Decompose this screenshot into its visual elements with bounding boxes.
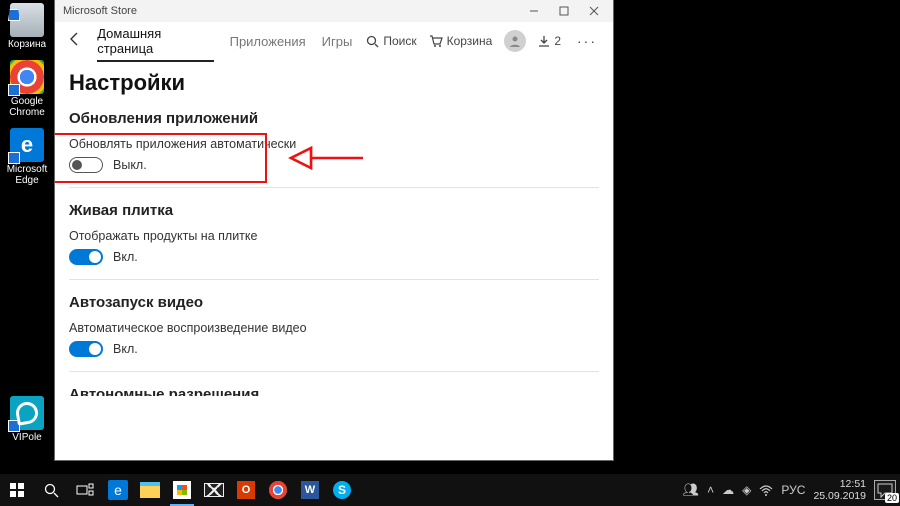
mail-icon [204,483,224,497]
taskbar-app-skype[interactable]: S [326,474,358,506]
window-maximize-button[interactable] [549,0,579,22]
taskbar-app-mail[interactable] [198,474,230,506]
task-view-icon [76,483,94,497]
microsoft-store-window: Microsoft Store Домашняя страница Прилож… [55,0,613,460]
taskbar-app-edge[interactable]: e [102,474,134,506]
edge-icon [10,128,44,162]
file-explorer-icon [140,482,160,498]
page-title: Настройки [69,70,599,96]
desktop-icon-label: Google Chrome [0,96,54,118]
maximize-icon [559,6,569,16]
edge-icon: e [108,480,128,500]
toggle-state-video: Вкл. [113,342,138,356]
search-label: Поиск [383,34,416,48]
taskbar-clock[interactable]: 12:51 25.09.2019 [813,478,866,502]
skype-icon: S [333,481,351,499]
toggle-state-auto-update: Выкл. [113,158,147,172]
desktop-icon-label: VIPole [0,432,54,443]
desktop: Корзина Google Chrome Microsoft Edge VIP… [0,0,55,453]
toggle-row-video: Вкл. [69,341,599,357]
divider [69,371,599,372]
tab-home[interactable]: Домашняя страница [97,18,213,64]
desktop-icon-label: Microsoft Edge [0,164,54,186]
start-button[interactable] [0,474,34,506]
cart-icon [429,35,443,48]
task-view-button[interactable] [68,474,102,506]
toggle-auto-update[interactable] [69,157,103,173]
store-icon [173,481,191,499]
back-arrow-icon [67,31,83,47]
setting-label-auto-update: Обновлять приложения автоматически [69,137,599,151]
recycle-bin-icon [10,3,44,37]
section-heading-tile: Живая плитка [69,202,599,219]
avatar-icon [504,30,526,52]
desktop-icon-label: Корзина [0,39,54,50]
downloads-count: 2 [554,34,561,48]
account-button[interactable] [504,30,526,52]
chrome-icon [269,481,287,499]
notification-count-badge: 20 [885,493,899,503]
toggle-state-tile: Вкл. [113,250,138,264]
more-icon: ··· [577,33,597,49]
close-icon [589,6,599,16]
word-icon: W [301,481,319,499]
system-tray[interactable]: 👥︎ ˄ ☁ ◈ РУС [683,482,806,498]
clock-date: 25.09.2019 [813,490,866,502]
setting-label-tile: Отображать продукты на плитке [69,229,599,243]
language-indicator[interactable]: РУС [781,483,805,497]
wifi-icon[interactable] [759,485,773,496]
section-heading-updates: Обновления приложений [69,110,599,127]
back-button[interactable] [61,31,89,52]
downloads-button[interactable]: 2 [538,34,561,48]
action-center-button[interactable]: 20 [874,480,896,500]
window-minimize-button[interactable] [519,0,549,22]
people-icon[interactable]: 👥︎ [683,482,700,498]
tab-games[interactable]: Игры [322,26,353,57]
clock-time: 12:51 [813,478,866,490]
taskbar-search-button[interactable] [34,474,68,506]
cart-button[interactable]: Корзина [429,34,493,48]
taskbar-app-word[interactable]: W [294,474,326,506]
desktop-icon-vipole[interactable]: VIPole [0,396,54,443]
toggle-video[interactable] [69,341,103,357]
office-icon: O [237,481,255,499]
search-icon [366,35,379,48]
tray-chevron-up-icon[interactable]: ˄ [707,483,714,497]
vipole-icon [10,396,44,430]
window-close-button[interactable] [579,0,609,22]
taskbar-app-chrome[interactable] [262,474,294,506]
windows-logo-icon [10,483,24,497]
cloud-icon[interactable]: ☁ [722,483,734,497]
section-heading-offline: Автономные разрешения [69,386,599,396]
toggle-row-tile: Вкл. [69,249,599,265]
store-navbar: Домашняя страница Приложения Игры Поиск … [55,22,613,60]
desktop-icon-edge[interactable]: Microsoft Edge [0,128,54,186]
taskbar-right: 👥︎ ˄ ☁ ◈ РУС 12:51 25.09.2019 20 [683,474,900,506]
setting-label-video: Автоматическое воспроизведение видео [69,321,599,335]
section-heading-video: Автозапуск видео [69,294,599,311]
divider [69,279,599,280]
store-content: Настройки Обновления приложений Обновлят… [55,60,613,460]
desktop-icon-recycle-bin[interactable]: Корзина [0,3,54,50]
taskbar-app-office[interactable]: O [230,474,262,506]
window-title: Microsoft Store [63,5,519,17]
toggle-row-auto-update: Выкл. [69,157,599,173]
chrome-icon [10,60,44,94]
cart-label: Корзина [447,34,493,48]
download-icon [538,35,550,47]
minimize-icon [529,6,539,16]
more-button[interactable]: ··· [573,33,601,49]
taskbar-app-store[interactable] [166,474,198,506]
network-icon[interactable]: ◈ [742,483,751,497]
taskbar: e O W S 👥︎ ˄ ☁ ◈ РУС 12:51 25.09.2019 20 [0,474,900,506]
tab-apps[interactable]: Приложения [230,26,306,57]
taskbar-app-explorer[interactable] [134,474,166,506]
taskbar-left: e O W S [0,474,358,506]
toggle-tile[interactable] [69,249,103,265]
divider [69,187,599,188]
search-icon [44,483,59,498]
desktop-icon-chrome[interactable]: Google Chrome [0,60,54,118]
search-button[interactable]: Поиск [366,34,416,48]
